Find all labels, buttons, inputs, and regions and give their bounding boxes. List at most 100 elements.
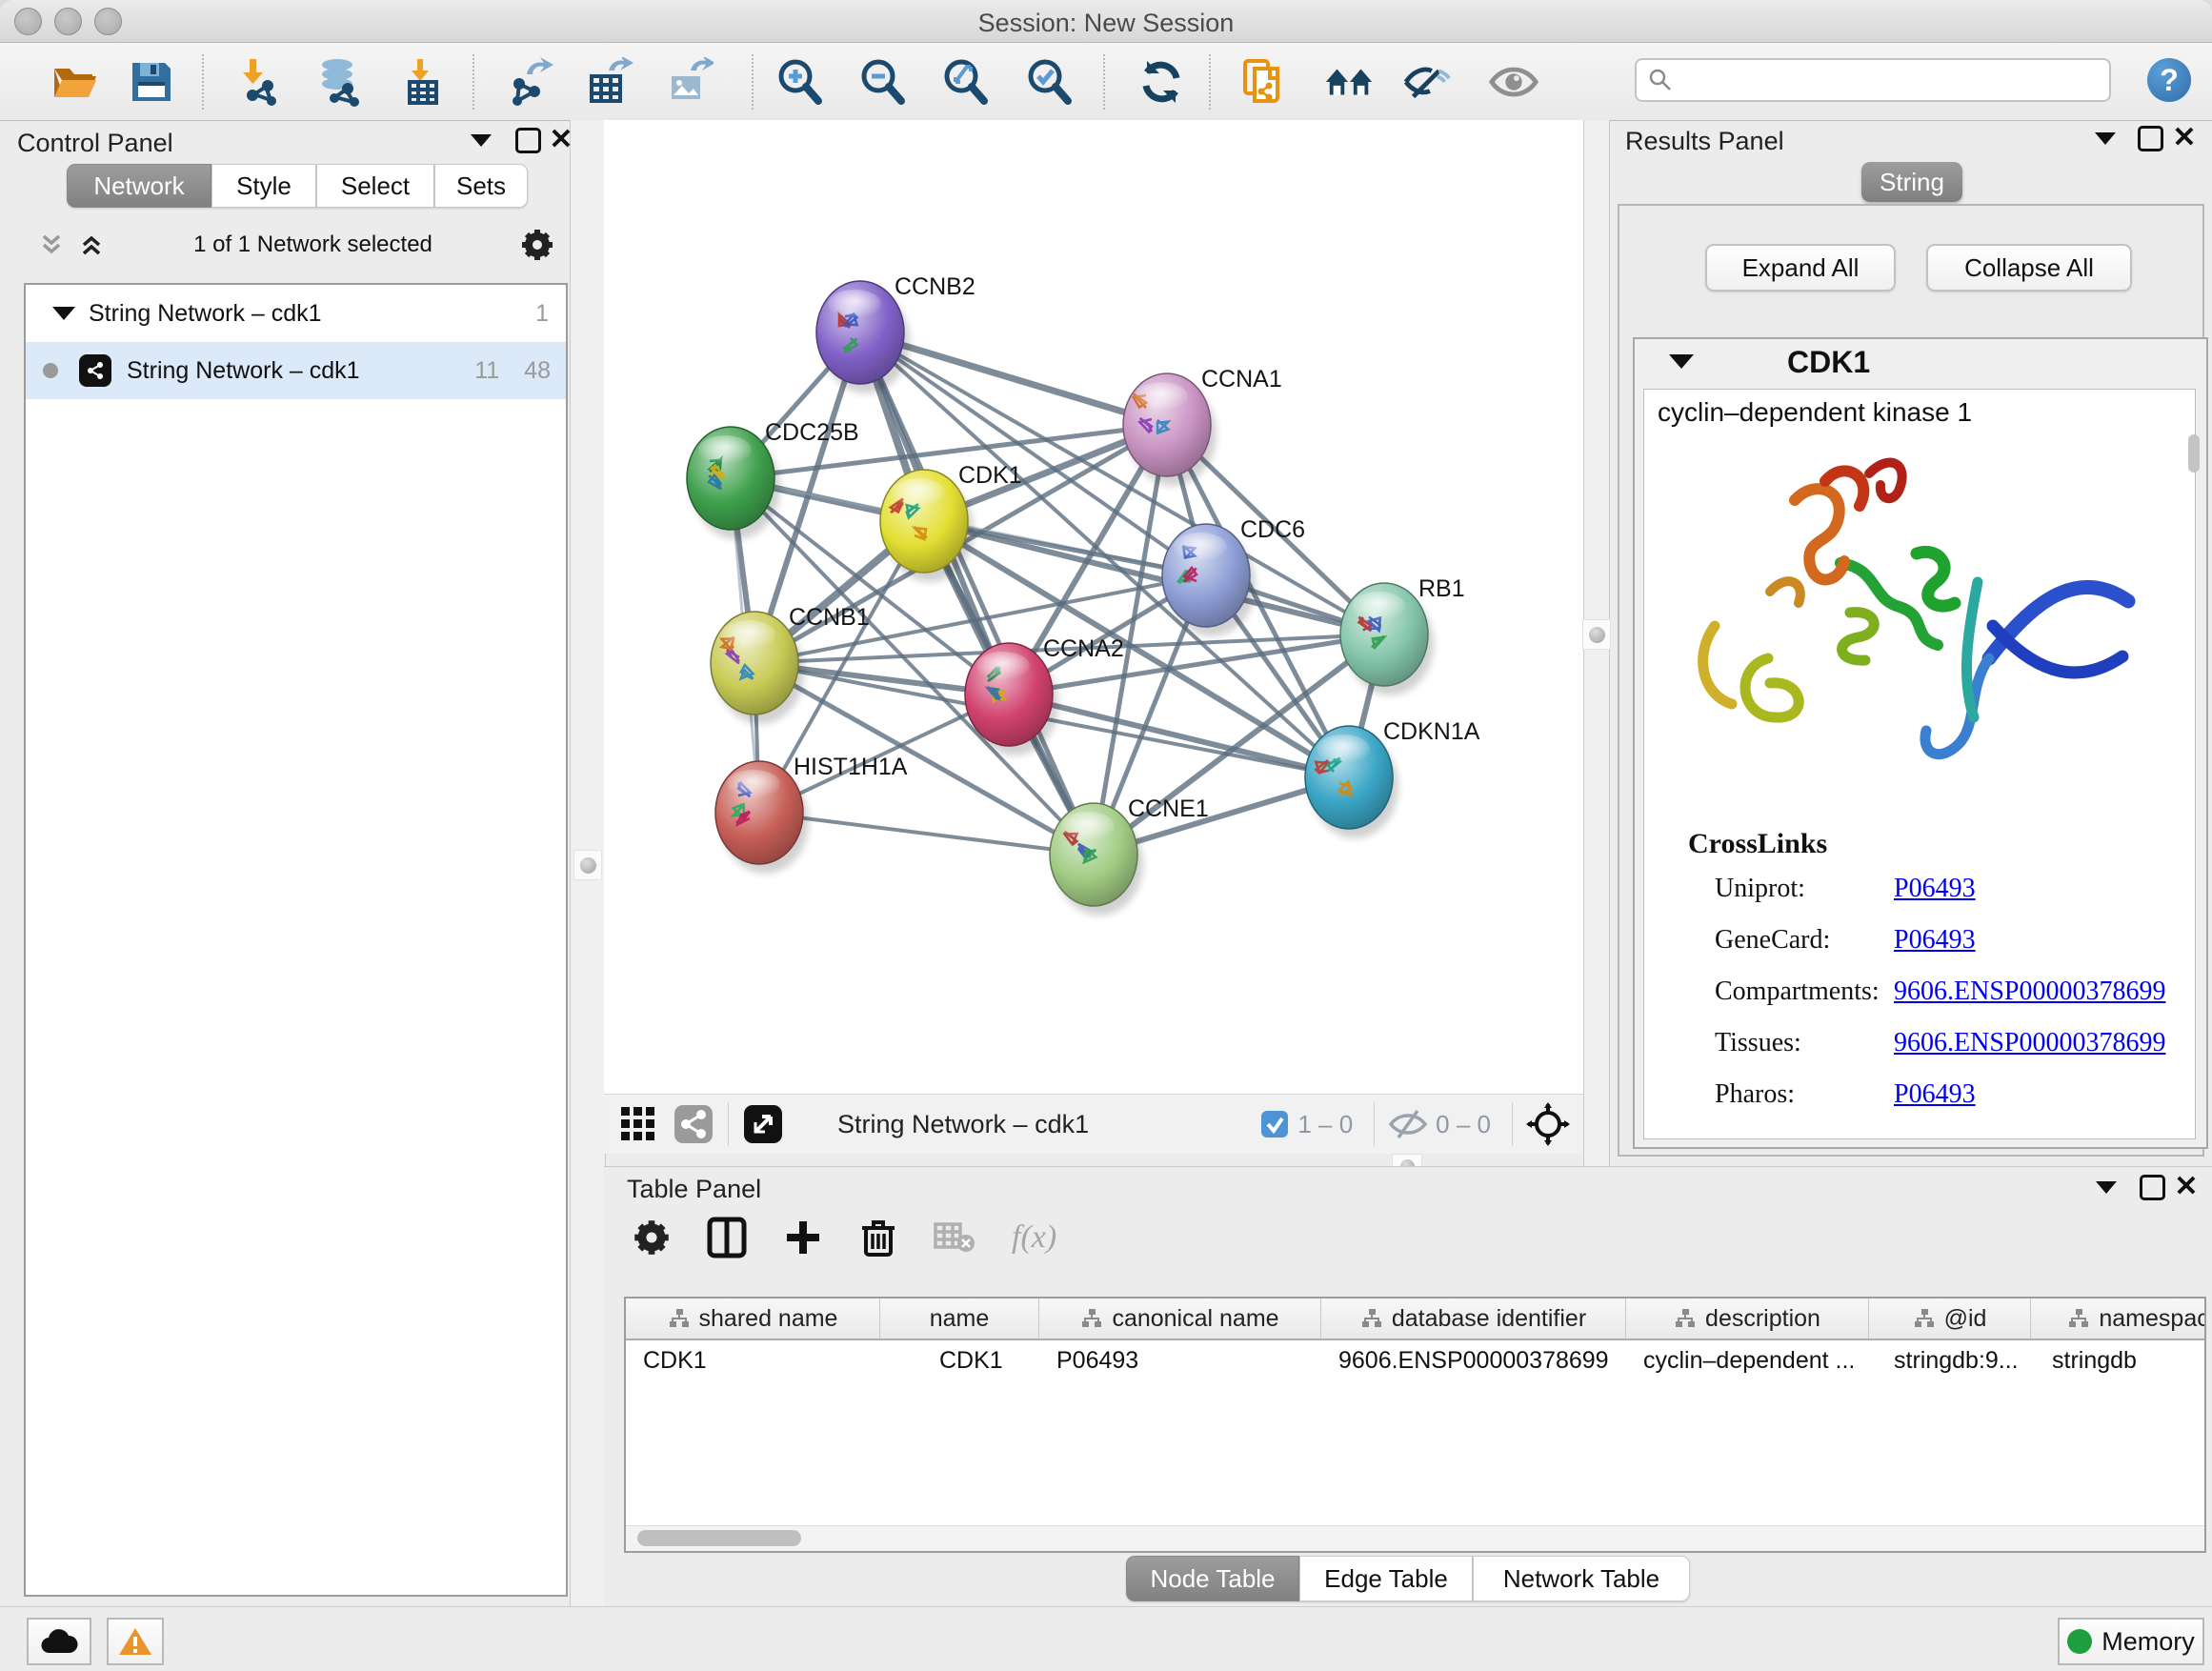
- right-splitter[interactable]: [1583, 120, 1610, 1166]
- import-network-from-database-button[interactable]: [315, 56, 367, 108]
- title-bar: Session: New Session: [0, 0, 2212, 43]
- tab-network[interactable]: Network: [67, 164, 211, 208]
- show-all-button[interactable]: [1488, 56, 1539, 108]
- column-header[interactable]: @id: [1869, 1299, 2031, 1339]
- memory-button[interactable]: Memory: [2058, 1618, 2204, 1665]
- network-options-gear-icon[interactable]: [520, 228, 554, 262]
- expand-all-networks-icon[interactable]: [37, 231, 66, 259]
- column-header[interactable]: canonical name: [1039, 1299, 1321, 1339]
- export-image-button[interactable]: [663, 56, 714, 108]
- crosslink-link[interactable]: 9606.ENSP00000378699: [1894, 1028, 2165, 1058]
- help-glyph: ?: [2160, 63, 2179, 98]
- collapse-triangle-icon[interactable]: [1669, 354, 1694, 369]
- import-table-from-file-button[interactable]: [397, 56, 449, 108]
- selected-checkbox-icon[interactable]: [1259, 1109, 1290, 1139]
- table-row[interactable]: CDK1 CDK1 P06493 9606.ENSP00000378699 cy…: [626, 1340, 2204, 1380]
- collapse-all-button[interactable]: Collapse All: [1926, 244, 2132, 292]
- export-table-button[interactable]: [583, 56, 634, 108]
- control-panel-menu-button[interactable]: [465, 124, 497, 156]
- crosslink-link[interactable]: 9606.ENSP00000378699: [1894, 976, 2165, 1007]
- crosslink-link[interactable]: P06493: [1894, 874, 1976, 904]
- network-node-ccnb1[interactable]: CCNB1: [711, 604, 870, 724]
- network-node-ccna1[interactable]: CCNA1: [1123, 366, 1282, 486]
- open-session-button[interactable]: [50, 56, 101, 108]
- crosslink-link[interactable]: P06493: [1894, 1079, 1976, 1110]
- window-title: Session: New Session: [0, 9, 2212, 38]
- left-splitter[interactable]: [570, 120, 606, 1606]
- hide-selected-button[interactable]: [1402, 56, 1454, 108]
- network-node-ccna2[interactable]: CCNA2: [965, 635, 1124, 755]
- warnings-button[interactable]: [107, 1618, 164, 1665]
- left-splitter-handle[interactable]: [573, 850, 602, 880]
- expand-all-button[interactable]: Expand All: [1705, 244, 1896, 292]
- table-panel-float-button[interactable]: [2136, 1171, 2168, 1203]
- first-neighbors-button[interactable]: [1324, 56, 1376, 108]
- column-header[interactable]: namespace: [2031, 1299, 2206, 1339]
- zoom-fit-button[interactable]: [939, 56, 991, 108]
- network-node-ccnb2[interactable]: CCNB2: [816, 273, 975, 393]
- delete-trash-icon[interactable]: [859, 1217, 897, 1258]
- add-column-plus-icon[interactable]: [783, 1218, 823, 1258]
- column-header[interactable]: name: [880, 1299, 1039, 1339]
- network-canvas[interactable]: CCNB2CCNA1CDC25BCDK1CDC6RB1CCNB1CCNA2CDK…: [604, 120, 1583, 1094]
- table-options-gear-icon[interactable]: [633, 1218, 671, 1257]
- network-node-cdkn1a[interactable]: CDKN1A: [1305, 718, 1480, 838]
- cloud-status-button[interactable]: [27, 1618, 91, 1665]
- toolbar-separator: [202, 54, 204, 110]
- network-collection-row[interactable]: String Network – cdk1 1: [26, 285, 566, 342]
- node-name-heading: CDK1: [1787, 345, 1870, 380]
- network-edge[interactable]: [759, 813, 1094, 855]
- network-node-hist1h1a[interactable]: HIST1H1A: [715, 754, 908, 874]
- results-scrollbar-thumb[interactable]: [2188, 434, 2200, 473]
- tab-node-table[interactable]: Node Table: [1126, 1556, 1299, 1601]
- right-splitter-handle[interactable]: [1582, 619, 1611, 650]
- close-icon: ✕: [549, 126, 573, 154]
- fit-content-crosshair-icon[interactable]: [1526, 1102, 1570, 1146]
- grid-view-icon[interactable]: [619, 1105, 657, 1143]
- network-node-ccne1[interactable]: CCNE1: [1050, 795, 1209, 916]
- apply-layout-button[interactable]: [1136, 56, 1187, 108]
- column-header[interactable]: shared name: [626, 1299, 880, 1339]
- search-field[interactable]: [1635, 58, 2111, 102]
- column-header[interactable]: database identifier: [1321, 1299, 1626, 1339]
- help-button[interactable]: ?: [2147, 58, 2191, 102]
- birds-eye-view-icon[interactable]: [742, 1103, 784, 1145]
- tab-select[interactable]: Select: [316, 164, 434, 208]
- results-panel-menu-button[interactable]: [2089, 122, 2122, 154]
- results-panel-float-button[interactable]: [2134, 122, 2166, 154]
- zoom-in-icon: [774, 57, 824, 107]
- tab-edge-table[interactable]: Edge Table: [1299, 1556, 1473, 1601]
- scrollbar-thumb[interactable]: [637, 1530, 801, 1546]
- table-panel-menu-button[interactable]: [2090, 1171, 2122, 1203]
- save-session-button[interactable]: [126, 56, 177, 108]
- control-panel-close-button[interactable]: ✕: [545, 124, 577, 156]
- results-panel-close-button[interactable]: ✕: [2168, 122, 2201, 154]
- search-input[interactable]: [1673, 66, 2086, 94]
- collapse-triangle-icon[interactable]: [52, 307, 75, 320]
- network-thumbnail-icon[interactable]: [673, 1103, 714, 1145]
- tab-style[interactable]: Style: [211, 164, 316, 208]
- table-panel-close-button[interactable]: ✕: [2170, 1171, 2202, 1203]
- import-network-from-file-button[interactable]: [234, 56, 286, 108]
- crosslink-link[interactable]: P06493: [1894, 925, 1976, 956]
- network-row-selected[interactable]: String Network – cdk1 11 48: [26, 342, 566, 399]
- node-label: CDK1: [958, 462, 1022, 489]
- tab-network-table[interactable]: Network Table: [1473, 1556, 1690, 1601]
- zoom-selected-button[interactable]: [1023, 56, 1075, 108]
- network-node-rb1[interactable]: RB1: [1340, 575, 1465, 695]
- zoom-out-button[interactable]: [856, 56, 908, 108]
- show-columns-icon[interactable]: [707, 1217, 747, 1258]
- collapse-all-networks-icon[interactable]: [77, 231, 106, 259]
- string-results-container: Expand All Collapse All CDK1 cyclin–depe…: [1618, 204, 2204, 1157]
- zoom-in-button[interactable]: [774, 56, 825, 108]
- control-panel-float-button[interactable]: [512, 124, 544, 156]
- toolbar-separator: [1512, 1102, 1513, 1146]
- copy-style-button[interactable]: [1238, 56, 1290, 108]
- toolbar-separator: [1103, 54, 1105, 110]
- tab-string[interactable]: String: [1861, 162, 1962, 202]
- tab-sets[interactable]: Sets: [434, 164, 528, 208]
- table-horizontal-scrollbar[interactable]: [626, 1525, 2204, 1551]
- export-network-button[interactable]: [505, 56, 556, 108]
- network-graph[interactable]: CCNB2CCNA1CDC25BCDK1CDC6RB1CCNB1CCNA2CDK…: [604, 120, 1583, 1094]
- column-header[interactable]: description: [1626, 1299, 1869, 1339]
